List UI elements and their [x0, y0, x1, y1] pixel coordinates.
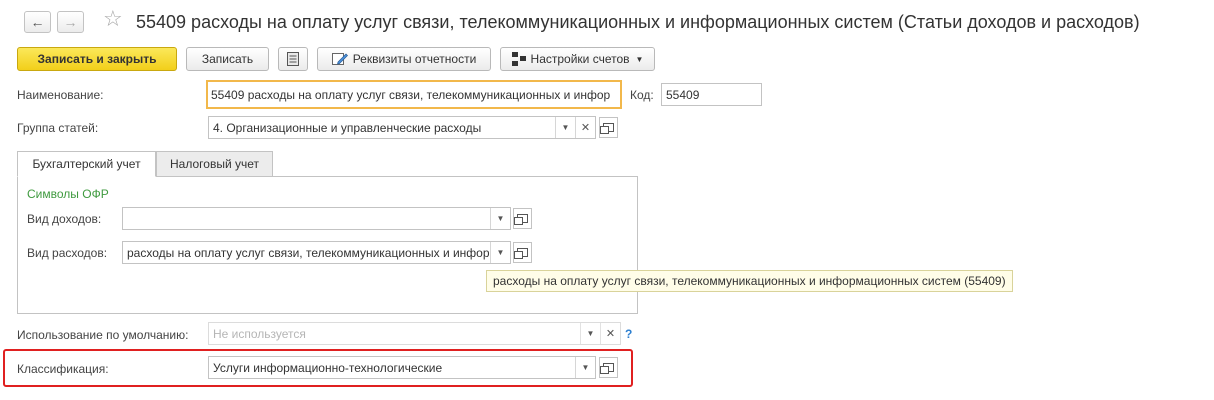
chevron-down-icon[interactable]: ▼: [555, 117, 575, 138]
account-settings-label: Настройки счетов: [530, 52, 630, 66]
report-details-label: Реквизиты отчетности: [352, 52, 477, 66]
chevron-down-icon[interactable]: ▼: [490, 208, 510, 229]
clear-icon[interactable]: ✕: [600, 323, 620, 344]
save-and-close-button[interactable]: Записать и закрыть: [17, 47, 177, 71]
classification-open-button[interactable]: [599, 357, 618, 378]
code-label: Код:: [630, 88, 654, 102]
window-title: 55409 расходы на оплату услуг связи, тел…: [136, 12, 1140, 32]
arrow-left-icon: ←: [30, 14, 45, 30]
open-window-icon: [514, 248, 528, 259]
open-window-icon: [600, 363, 614, 374]
expense-type-label: Вид расходов:: [27, 246, 108, 260]
accounts-tree-icon: [511, 52, 526, 66]
code-input[interactable]: 55409: [661, 83, 762, 106]
name-input[interactable]: 55409 расходы на оплату услуг связи, тел…: [206, 80, 622, 109]
expense-type-tooltip: расходы на оплату услуг связи, телекомму…: [486, 270, 1013, 292]
income-type-open-button[interactable]: [513, 208, 532, 229]
account-settings-button[interactable]: Настройки счетов ▼: [500, 47, 655, 71]
edit-pencil-icon: [331, 53, 348, 65]
code-input-value: 55409: [666, 87, 700, 102]
tab-accounting[interactable]: Бухгалтерский учет: [17, 151, 156, 177]
group-select-value: 4. Организационные и управленческие расх…: [213, 120, 482, 135]
help-icon[interactable]: ?: [625, 327, 632, 341]
open-window-icon: [600, 123, 614, 134]
section-title: Символы ОФР: [27, 187, 109, 201]
arrow-right-icon: →: [63, 14, 78, 30]
classification-value: Услуги информационно-технологические: [213, 360, 443, 375]
expense-type-value: расходы на оплату услуг связи, телекомму…: [127, 245, 490, 260]
group-label: Группа статей:: [17, 121, 99, 135]
usage-placeholder: Не используется: [213, 326, 306, 341]
report-details-button[interactable]: Реквизиты отчетности: [317, 47, 491, 71]
name-label: Наименование:: [17, 88, 104, 102]
open-window-icon: [514, 214, 528, 225]
save-button[interactable]: Записать: [186, 47, 269, 71]
dropdown-arrow-icon: ▼: [635, 54, 644, 64]
chevron-down-icon[interactable]: ▼: [575, 357, 595, 378]
chevron-down-icon[interactable]: ▼: [580, 323, 600, 344]
classification-label: Классификация:: [17, 362, 109, 376]
forward-button[interactable]: →: [57, 11, 84, 33]
expense-type-select[interactable]: расходы на оплату услуг связи, телекомму…: [122, 241, 511, 264]
usage-label: Использование по умолчанию:: [17, 328, 189, 342]
report-list-button[interactable]: [278, 47, 308, 71]
clear-icon[interactable]: ✕: [575, 117, 595, 138]
income-type-select[interactable]: ▼: [122, 207, 511, 230]
list-icon: [287, 52, 299, 66]
back-button[interactable]: ←: [24, 11, 51, 33]
expense-type-open-button[interactable]: [513, 242, 532, 263]
group-select[interactable]: 4. Организационные и управленческие расх…: [208, 116, 596, 139]
name-input-value: 55409 расходы на оплату услуг связи, тел…: [211, 87, 611, 102]
classification-select[interactable]: Услуги информационно-технологические ▼: [208, 356, 596, 379]
income-type-label: Вид доходов:: [27, 212, 102, 226]
chevron-down-icon[interactable]: ▼: [490, 242, 510, 263]
group-open-button[interactable]: [599, 117, 618, 138]
tab-tax[interactable]: Налоговый учет: [156, 151, 273, 177]
favorite-star-icon[interactable]: ☆: [103, 8, 123, 30]
usage-select[interactable]: Не используется ▼ ✕: [208, 322, 621, 345]
